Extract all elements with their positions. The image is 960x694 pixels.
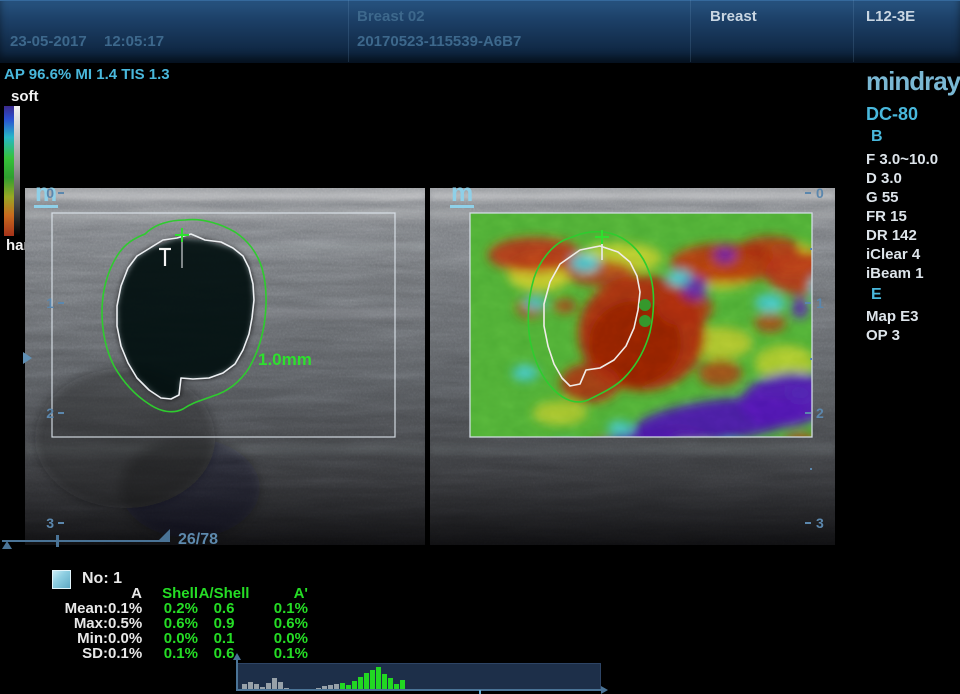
depth-tick-label: 2 (816, 405, 828, 421)
histogram-x-tick (479, 690, 481, 694)
sidebar-param: D 3.0 (866, 169, 938, 188)
b-mode-label: B (871, 128, 883, 146)
depth-tick-label: 1 (42, 295, 54, 311)
col-header-shell: Shell (142, 586, 198, 601)
depth-tick-label: 0 (42, 185, 54, 201)
mindray-logo: mindray (866, 66, 960, 97)
sidebar-param: G 55 (866, 188, 938, 207)
depth-tick-label: 1 (816, 295, 828, 311)
histogram-x-axis (236, 689, 602, 691)
sidebar-param: Map E3 (866, 307, 919, 326)
cell: 0.0% (142, 631, 198, 646)
elastography-ultrasound-image[interactable] (430, 188, 835, 545)
cell: 0.9 (198, 616, 250, 631)
depth-tick (805, 522, 811, 524)
row-label: SD: (40, 646, 108, 661)
depth-tick (805, 412, 811, 414)
cell: 0.1% (250, 646, 308, 661)
depth-tick (58, 192, 64, 194)
cell: 0.6% (250, 616, 308, 631)
cine-start-marker[interactable] (2, 541, 12, 549)
shell-distance-label: 1.0mm (258, 350, 312, 369)
system-model: DC-80 (866, 104, 918, 125)
cell: 0.1% (108, 646, 142, 661)
elasticity-colorbar (4, 106, 14, 236)
depth-minor-tick (810, 358, 812, 360)
cell: 0.5% (108, 616, 142, 631)
title-bar (0, 0, 960, 63)
e-mode-params: Map E3OP 3 (866, 307, 919, 345)
cell: 0.1% (142, 646, 198, 661)
titlebar-divider (348, 0, 349, 62)
sidebar-param: OP 3 (866, 326, 919, 345)
depth-tick (58, 412, 64, 414)
col-header-a: A (108, 586, 142, 601)
row-label: Min: (40, 631, 108, 646)
acoustic-output-readout: AP 96.6% MI 1.4 TIS 1.3 (4, 66, 170, 83)
heatmap-green-spot (639, 299, 651, 311)
cine-mid-tick (56, 535, 59, 547)
row-label: Max: (40, 616, 108, 631)
sidebar-param: iClear 4 (866, 245, 938, 264)
row-label: Mean: (40, 601, 108, 616)
depth-tick-label: 3 (816, 515, 828, 531)
heatmap-green-spot (639, 315, 651, 327)
depth-tick-label: 3 (42, 515, 54, 531)
strain-histogram-panel (237, 663, 601, 691)
titlebar-divider (853, 0, 854, 62)
depth-tick (805, 192, 811, 194)
grayscale-bar (14, 106, 20, 236)
exam-preset: Breast (710, 8, 757, 25)
col-header-ashell: A/Shell (198, 586, 250, 601)
cell: 0.1% (108, 601, 142, 616)
sidebar-param: FR 15 (866, 207, 938, 226)
cell: 0.0% (108, 631, 142, 646)
bmode-ultrasound-image[interactable]: 1.0mm (25, 188, 425, 545)
histogram-bar (376, 667, 381, 691)
sidebar-param: F 3.0~10.0 (866, 150, 938, 169)
study-id: 20170523-115539-A6B7 (357, 33, 521, 50)
depth-tick-label: 2 (42, 405, 54, 421)
cell: 0.6 (198, 646, 250, 661)
histogram-bar (370, 670, 375, 691)
elasto-scale-soft-label: soft (11, 88, 39, 105)
exam-date: 23-05-2017 (10, 33, 87, 50)
e-mode-label: E (871, 286, 882, 304)
depth-tick (58, 302, 64, 304)
histogram-y-axis-arrow (233, 653, 241, 660)
depth-tick-label: 0 (816, 185, 828, 201)
cine-scrollbar[interactable] (2, 540, 170, 542)
orientation-marker-right: m (450, 182, 474, 208)
frame-counter: 26/78 (178, 531, 218, 549)
depth-minor-tick (810, 468, 812, 470)
cell: 0.0% (250, 631, 308, 646)
cell: 0.1 (198, 631, 250, 646)
titlebar-divider (690, 0, 691, 62)
cine-position-handle[interactable] (158, 529, 170, 541)
b-mode-params: F 3.0~10.0D 3.0G 55FR 15DR 142iClear 4iB… (866, 150, 938, 283)
sidebar-param: DR 142 (866, 226, 938, 245)
depth-tick (805, 302, 811, 304)
measurement-table: A Shell A/Shell A' Mean: 0.1% 0.2% 0.6 0… (40, 586, 308, 661)
histogram-y-axis (236, 659, 238, 691)
depth-minor-tick (810, 248, 812, 250)
col-header-a2: A' (250, 586, 308, 601)
depth-tick (58, 522, 64, 524)
cell: 0.1% (250, 601, 308, 616)
probe-model: L12-3E (866, 8, 915, 25)
exam-time: 12:05:17 (104, 33, 164, 50)
focus-position-marker[interactable] (23, 352, 32, 364)
study-name: Breast 02 (357, 8, 425, 25)
cell: 0.6 (198, 601, 250, 616)
cell: 0.6% (142, 616, 198, 631)
cell: 0.2% (142, 601, 198, 616)
sidebar-param: iBeam 1 (866, 264, 938, 283)
